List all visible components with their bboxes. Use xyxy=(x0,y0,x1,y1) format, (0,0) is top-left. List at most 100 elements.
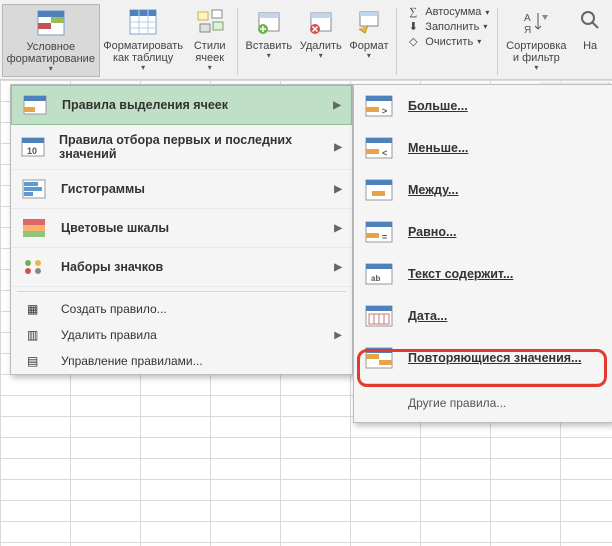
dropdown-arrow-icon: ▾ xyxy=(483,22,487,31)
icon-sets-label: Наборы значков xyxy=(61,260,163,274)
highlight-cells-submenu: > Больше... < Меньше... Между... = Равно… xyxy=(353,84,612,423)
dropdown-arrow-icon: ▾ xyxy=(49,65,53,74)
clear-rules-icon: ▥ xyxy=(27,328,45,342)
cell-styles-button[interactable]: Стили ячеек ▾ xyxy=(187,4,233,75)
date-label: Дата... xyxy=(408,309,447,323)
date-icon xyxy=(364,304,394,328)
cell-styles-label: Стили ячеек xyxy=(194,40,226,64)
text-contains-icon: ab xyxy=(364,262,394,286)
highlight-cells-icon xyxy=(22,94,48,116)
svg-text:=: = xyxy=(382,232,387,242)
new-rule-item[interactable]: ▦ Создать правило... xyxy=(11,296,352,322)
dropdown-arrow-icon: ▾ xyxy=(208,64,212,73)
fill-label: Заполнить xyxy=(425,21,479,33)
clear-rules-item[interactable]: ▥ Удалить правила ▶ xyxy=(11,322,352,348)
manage-rules-label: Управление правилами... xyxy=(61,354,203,368)
insert-icon xyxy=(253,6,285,38)
new-rule-label: Создать правило... xyxy=(61,302,167,316)
date-item[interactable]: Дата... xyxy=(354,295,612,337)
less-than-icon: < xyxy=(364,136,394,160)
greater-than-label: Больше... xyxy=(408,99,468,113)
duplicate-values-icon xyxy=(364,346,394,370)
data-bars-icon xyxy=(21,178,47,200)
clear-rules-label: Удалить правила xyxy=(61,328,157,342)
format-as-table-label: Форматировать как таблицу xyxy=(103,40,183,64)
manage-rules-icon: ▤ xyxy=(27,354,45,368)
dropdown-arrow-icon: ▾ xyxy=(141,64,145,73)
autosum-button[interactable]: ∑Автосумма ▾ xyxy=(405,6,489,18)
between-item[interactable]: Между... xyxy=(354,169,612,211)
fill-button[interactable]: ⬇ Заполнить ▾ xyxy=(405,20,489,33)
svg-text:ab: ab xyxy=(371,274,380,283)
more-rules-label: Другие правила... xyxy=(408,396,506,410)
dropdown-arrow-icon: ▾ xyxy=(367,52,371,61)
delete-button[interactable]: Удалить ▾ xyxy=(296,4,346,63)
data-bars-label: Гистограммы xyxy=(61,182,145,196)
format-icon xyxy=(353,6,385,38)
submenu-arrow-icon: ▶ xyxy=(334,184,342,195)
equal-to-label: Равно... xyxy=(408,225,456,239)
clear-button[interactable]: ◇ Очистить ▾ xyxy=(405,35,489,48)
svg-text:А: А xyxy=(524,13,531,24)
format-button[interactable]: Формат ▾ xyxy=(346,4,393,63)
svg-text:Я: Я xyxy=(524,25,531,35)
sort-filter-icon: АЯ xyxy=(520,6,552,38)
sort-filter-button[interactable]: АЯ Сортировка и фильтр ▾ xyxy=(502,4,570,75)
highlight-cells-label: Правила выделения ячеек xyxy=(62,98,228,112)
dropdown-arrow-icon: ▾ xyxy=(267,52,271,61)
duplicate-values-label: Повторяющиеся значения... xyxy=(408,351,581,365)
top-bottom-label: Правила отбора первых и последних значен… xyxy=(59,133,320,161)
icon-sets-item[interactable]: Наборы значков ▶ xyxy=(11,248,352,287)
conditional-formatting-button[interactable]: Условное форматирование ▾ xyxy=(2,4,100,77)
highlight-cells-rules-item[interactable]: Правила выделения ячеек ▶ xyxy=(11,85,352,125)
equal-to-icon: = xyxy=(364,220,394,244)
more-rules-item[interactable]: Другие правила... xyxy=(354,388,612,418)
conditional-formatting-icon xyxy=(35,7,67,39)
color-scales-icon xyxy=(21,217,47,239)
color-scales-item[interactable]: Цветовые шкалы ▶ xyxy=(11,209,352,248)
find-select-button[interactable]: На xyxy=(570,4,610,54)
less-than-label: Меньше... xyxy=(408,141,468,155)
svg-text:>: > xyxy=(382,106,387,116)
svg-text:10: 10 xyxy=(27,146,37,156)
separator xyxy=(497,8,498,75)
duplicate-values-item[interactable]: Повторяющиеся значения... xyxy=(354,337,612,379)
equal-to-item[interactable]: = Равно... xyxy=(354,211,612,253)
submenu-arrow-icon: ▶ xyxy=(334,223,342,234)
autosum-label: Автосумма xyxy=(425,6,481,18)
top-bottom-rules-item[interactable]: 10 Правила отбора первых и последних зна… xyxy=(11,125,352,170)
fill-down-icon: ⬇ xyxy=(405,20,421,33)
editing-group: ∑Автосумма ▾ ⬇ Заполнить ▾ ◇ Очистить ▾ xyxy=(401,4,493,50)
data-bars-item[interactable]: Гистограммы ▶ xyxy=(11,170,352,209)
icon-sets-icon xyxy=(21,256,47,278)
between-icon xyxy=(364,178,394,202)
conditional-formatting-menu: Правила выделения ячеек ▶ 10 Правила отб… xyxy=(10,84,353,375)
separator xyxy=(396,8,397,75)
menu-separator xyxy=(17,291,346,292)
less-than-item[interactable]: < Меньше... xyxy=(354,127,612,169)
dropdown-arrow-icon: ▾ xyxy=(485,8,489,17)
submenu-arrow-icon: ▶ xyxy=(334,330,342,341)
eraser-icon: ◇ xyxy=(405,35,421,48)
insert-button[interactable]: Вставить ▾ xyxy=(242,4,296,63)
sort-filter-label: Сортировка и фильтр xyxy=(506,40,566,64)
find-label: На xyxy=(583,40,597,52)
text-contains-item[interactable]: ab Текст содержит... xyxy=(354,253,612,295)
greater-than-item[interactable]: > Больше... xyxy=(354,85,612,127)
text-contains-label: Текст содержит... xyxy=(408,267,513,281)
format-as-table-icon xyxy=(127,6,159,38)
separator xyxy=(237,8,238,75)
find-icon xyxy=(574,6,606,38)
menu-separator xyxy=(360,383,606,384)
conditional-formatting-label: Условное форматирование xyxy=(7,41,95,65)
submenu-arrow-icon: ▶ xyxy=(333,100,341,111)
top-bottom-icon: 10 xyxy=(21,136,45,158)
delete-icon xyxy=(305,6,337,38)
manage-rules-item[interactable]: ▤ Управление правилами... xyxy=(11,348,352,374)
dropdown-arrow-icon: ▾ xyxy=(534,64,538,73)
dropdown-arrow-icon: ▾ xyxy=(477,37,481,46)
clear-label: Очистить xyxy=(425,36,473,48)
cell-styles-icon xyxy=(194,6,226,38)
format-as-table-button[interactable]: Форматировать как таблицу ▾ xyxy=(100,4,187,75)
svg-text:<: < xyxy=(382,148,387,158)
